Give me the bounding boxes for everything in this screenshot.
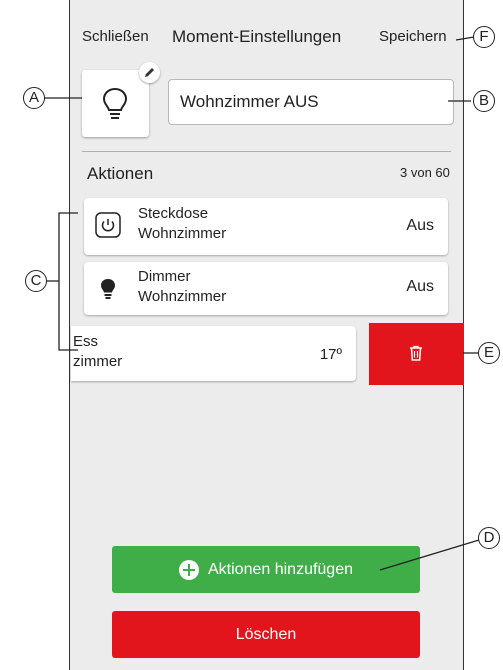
callout-c: C	[25, 270, 47, 292]
callout-lines	[44, 36, 480, 571]
callout-f: F	[473, 26, 495, 48]
callout-e: E	[478, 342, 500, 364]
callout-b: B	[473, 90, 495, 112]
callout-a: A	[23, 87, 45, 109]
callout-d: D	[478, 527, 500, 549]
